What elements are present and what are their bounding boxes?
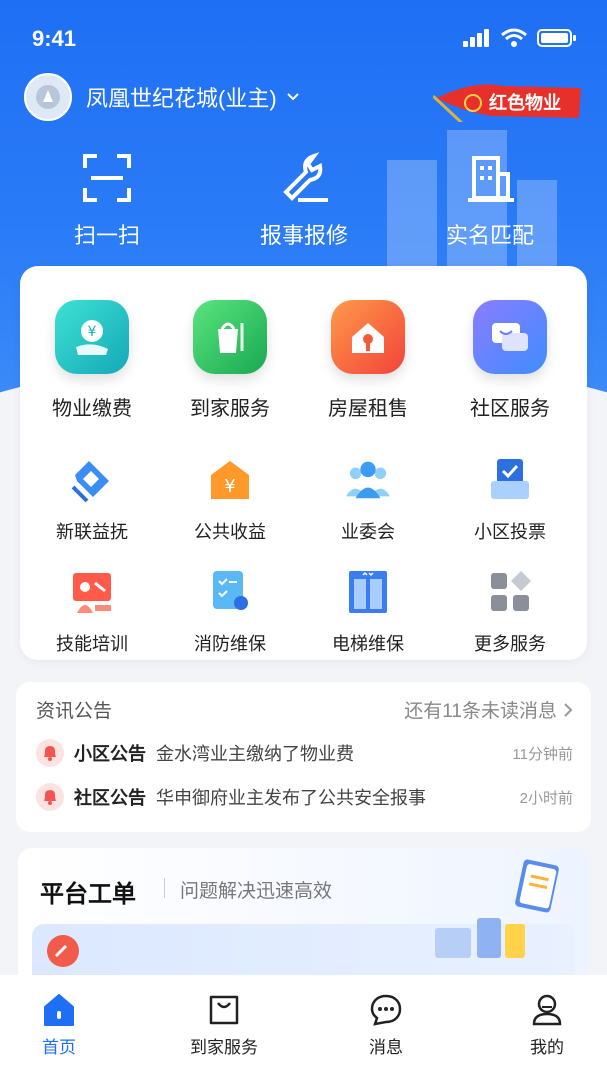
platform-work-order[interactable]: 平台工单 问题解决迅速高效: [18, 848, 589, 988]
service-home-service[interactable]: 到家服务: [160, 300, 300, 421]
service-label: 技能培训: [56, 634, 128, 654]
service-xinlian[interactable]: 新联益抚: [22, 456, 162, 544]
svg-text:¥: ¥: [224, 476, 235, 497]
service-community[interactable]: 社区服务: [440, 300, 580, 421]
red-property-label: 红色物业: [489, 93, 561, 113]
service-label: 到家服务: [190, 398, 270, 420]
status-time: 9:41: [32, 26, 77, 51]
elevator-icon: [344, 568, 392, 616]
red-property-badge[interactable]: 红色物业: [431, 76, 583, 126]
work-order-icon: [47, 935, 79, 967]
status-bar: 9:41: [0, 0, 607, 76]
fire-maintenance-icon: [206, 568, 254, 616]
tab-label: 消息: [369, 1038, 403, 1057]
committee-icon: [344, 456, 392, 504]
wifi-icon: [501, 28, 527, 47]
service-label: 新联益抚: [56, 522, 128, 542]
news-tag: 小区公告: [74, 744, 146, 764]
service-vote[interactable]: 小区投票: [440, 456, 580, 544]
news-text: 华申御府业主发布了公共安全报事: [156, 788, 426, 808]
quick-report-repair[interactable]: 报事报修: [256, 152, 352, 250]
building-icon: [468, 156, 514, 202]
news-panel: 资讯公告 还有11条未读消息 小区公告 金水湾业主缴纳了物业费 11分钟前 社区…: [16, 682, 591, 832]
news-more-label: 还有11条未读消息: [404, 701, 557, 722]
tab-label: 首页: [42, 1038, 76, 1057]
bell-icon: [36, 783, 64, 811]
tab-home[interactable]: 首页: [9, 993, 109, 1058]
news-item[interactable]: 社区公告 华申御府业主发布了公共安全报事 2小时前: [36, 782, 573, 812]
quick-scan[interactable]: 扫一扫: [60, 152, 154, 250]
divider: [164, 878, 165, 898]
tab-mine[interactable]: 我的: [497, 993, 597, 1058]
community-selector[interactable]: 凤凰世纪花城(业主): [24, 72, 301, 122]
service-label: 社区服务: [470, 398, 550, 420]
tab-label: 我的: [530, 1038, 564, 1057]
service-elevator[interactable]: 电梯维保: [298, 568, 438, 656]
clipboard-icon: [515, 859, 559, 913]
tab-messages[interactable]: 消息: [336, 993, 436, 1058]
bell-icon: [36, 739, 64, 767]
service-public-income[interactable]: ¥ 公共收益: [160, 456, 300, 544]
svg-text:¥: ¥: [88, 324, 97, 340]
battery-icon: [537, 29, 576, 47]
more-services-icon: [486, 568, 534, 616]
platform-title: 平台工单: [40, 881, 136, 908]
service-label: 房屋租售: [328, 398, 408, 420]
service-label: 更多服务: [474, 634, 546, 654]
avatar: [24, 73, 72, 121]
public-income-icon: ¥: [206, 456, 254, 504]
service-committee[interactable]: 业委会: [298, 456, 438, 544]
service-label: 公共收益: [194, 522, 266, 542]
vote-icon: [486, 456, 534, 504]
quick-realname-label: 实名匹配: [445, 223, 534, 248]
service-house-rent[interactable]: 房屋租售: [298, 300, 438, 421]
service-label: 小区投票: [474, 522, 546, 542]
news-time: 2小时前: [519, 789, 573, 807]
news-text: 金水湾业主缴纳了物业费: [156, 744, 354, 764]
service-label: 电梯维保: [332, 634, 404, 654]
platform-subtitle: 问题解决迅速高效: [180, 881, 333, 902]
quick-realname[interactable]: 实名匹配: [442, 152, 538, 250]
chevron-right-icon: [564, 702, 573, 717]
quick-report-label: 报事报修: [259, 223, 348, 248]
news-time: 11分钟前: [512, 745, 573, 763]
training-icon: [68, 568, 116, 616]
service-label: 业委会: [341, 522, 395, 542]
service-fire[interactable]: 消防维保: [160, 568, 300, 656]
home-icon: [44, 994, 74, 1026]
signal-icon: [463, 29, 489, 47]
scan-icon: [83, 154, 131, 202]
news-more-link[interactable]: 还有11条未读消息: [404, 696, 573, 723]
community-name: 凤凰世纪花城(业主): [86, 86, 277, 111]
wrench-icon: [283, 152, 328, 202]
property-fee-icon: ¥: [55, 300, 129, 374]
service-property-fee[interactable]: ¥ 物业缴费: [22, 300, 162, 421]
house-rent-icon: [331, 300, 405, 374]
services-card: ¥ 物业缴费 到家服务 房屋租售 社区服务 新联益抚 ¥ 公共收益 业委会 小区…: [20, 266, 587, 660]
community-service-icon: [473, 300, 547, 374]
service-label: 物业缴费: [52, 398, 132, 420]
news-item[interactable]: 小区公告 金水湾业主缴纳了物业费 11分钟前: [36, 738, 573, 768]
chat-icon: [370, 994, 402, 1026]
service-more[interactable]: 更多服务: [440, 568, 580, 656]
quick-scan-label: 扫一扫: [73, 223, 140, 248]
news-tag: 社区公告: [74, 788, 146, 808]
tab-home-service[interactable]: 到家服务: [174, 993, 274, 1058]
person-icon: [532, 994, 562, 1026]
phone-illustration-icon: [435, 918, 525, 958]
community-logo-icon: [36, 85, 60, 109]
bag-icon: [209, 995, 239, 1025]
service-label: 消防维保: [194, 634, 266, 654]
heart-hand-icon: [68, 456, 116, 504]
tab-label: 到家服务: [190, 1038, 258, 1057]
service-training[interactable]: 技能培训: [22, 568, 162, 656]
bottom-tab-bar: 首页 到家服务 消息 我的: [0, 975, 607, 1080]
home-service-icon: [193, 300, 267, 374]
chevron-down-icon: [286, 93, 299, 101]
news-title: 资讯公告: [36, 701, 113, 722]
